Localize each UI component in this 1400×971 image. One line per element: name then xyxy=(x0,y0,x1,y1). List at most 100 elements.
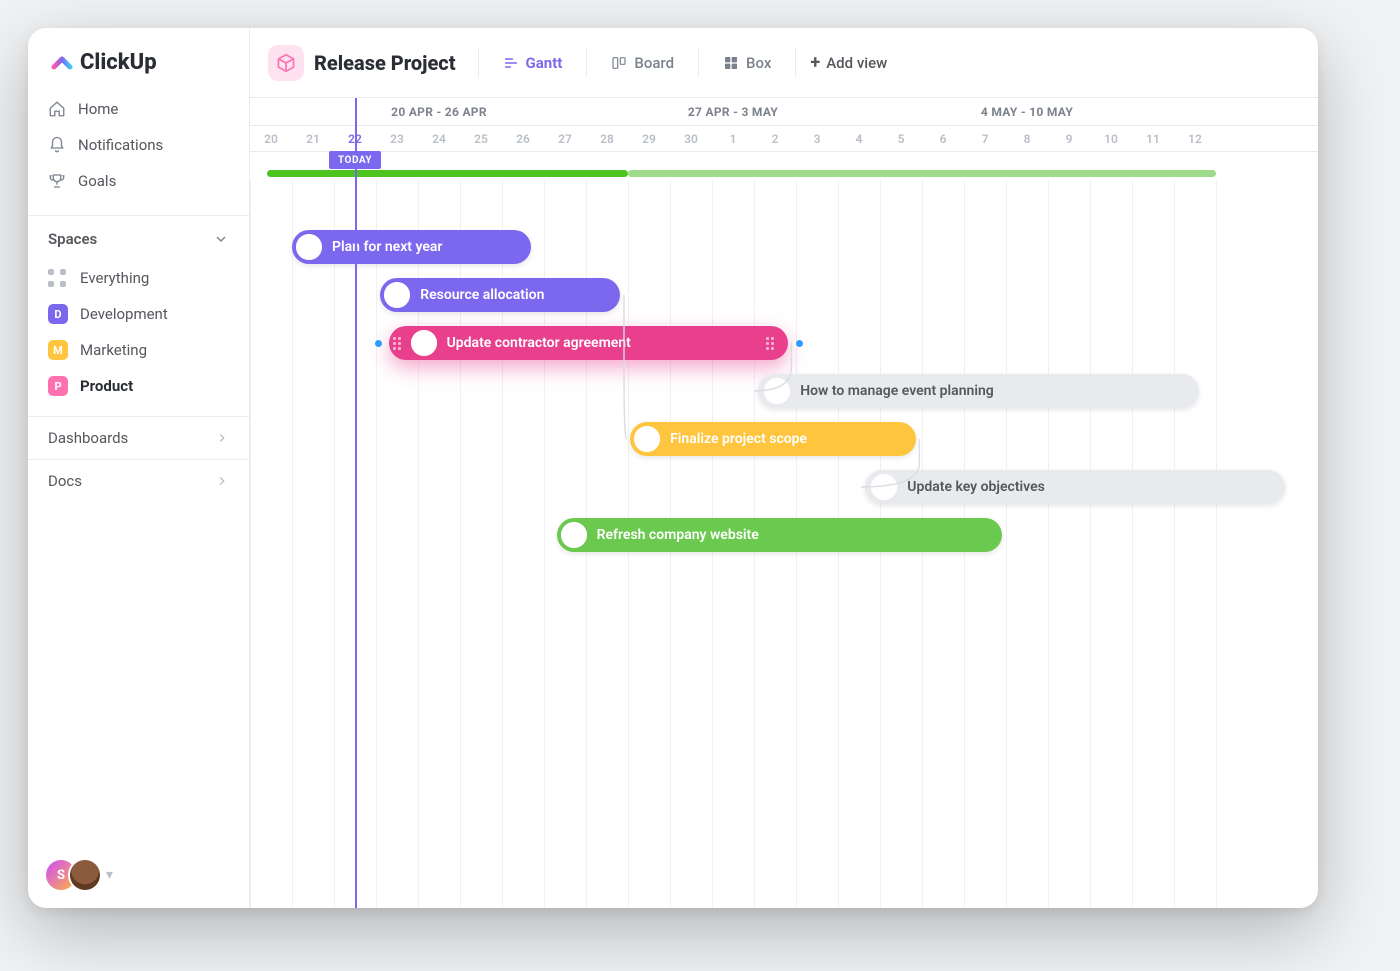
bell-icon xyxy=(48,136,66,154)
space-everything[interactable]: Everything xyxy=(36,260,241,296)
space-label: Everything xyxy=(80,269,149,287)
assignee-avatar[interactable] xyxy=(764,378,790,404)
task-label: Finalize project scope xyxy=(670,431,807,447)
assignee-avatar[interactable] xyxy=(411,330,437,356)
add-view-label: Add view xyxy=(826,54,887,72)
day-header: 2021222324252627282930123456789101112 xyxy=(250,126,1318,152)
week-label: 20 APR - 26 APR xyxy=(391,98,487,126)
nav-docs[interactable]: Docs xyxy=(28,459,249,502)
nav-notifications[interactable]: Notifications xyxy=(36,127,241,163)
space-label: Product xyxy=(80,377,133,395)
task-bar[interactable]: Plan for next year xyxy=(292,230,531,264)
day-label: 30 xyxy=(670,126,712,151)
space-development[interactable]: D Development xyxy=(36,296,241,332)
spaces-header-label: Spaces xyxy=(48,230,97,248)
assignee-avatar[interactable] xyxy=(634,426,660,452)
task-bar[interactable]: Update contractor agreement xyxy=(389,326,788,360)
brand-logo[interactable]: ClickUp xyxy=(28,28,249,91)
nav-home[interactable]: Home xyxy=(36,91,241,127)
progress-row xyxy=(250,152,1318,180)
task-label: Refresh company website xyxy=(597,527,759,543)
progress-remaining xyxy=(628,170,1216,177)
task-bar[interactable]: Update key objectives xyxy=(865,470,1285,504)
today-line xyxy=(355,98,357,908)
space-badge: P xyxy=(48,376,68,396)
task-label: How to manage event planning xyxy=(800,383,994,399)
gantt-icon xyxy=(503,55,519,71)
sidebar-footer[interactable]: S ▾ xyxy=(46,860,113,890)
task-label: Resource allocation xyxy=(420,287,544,303)
chevron-down-icon xyxy=(213,231,229,247)
spaces-header[interactable]: Spaces xyxy=(28,215,249,256)
progress-complete xyxy=(267,170,628,177)
day-label: 28 xyxy=(586,126,628,151)
day-label: 6 xyxy=(922,126,964,151)
separator xyxy=(586,49,587,77)
primary-nav: Home Notifications Goals xyxy=(28,91,249,209)
topbar: Release Project Gantt Board Box + Add vi… xyxy=(250,28,1318,98)
day-label: 26 xyxy=(502,126,544,151)
milestone-dot xyxy=(375,340,382,347)
everything-icon xyxy=(48,268,68,288)
drag-handle-icon[interactable] xyxy=(766,337,774,350)
milestone-dot xyxy=(796,340,803,347)
day-label: 5 xyxy=(880,126,922,151)
chevron-right-icon xyxy=(215,431,229,445)
day-label: 7 xyxy=(964,126,1006,151)
drag-handle-icon[interactable] xyxy=(393,337,401,350)
task-bar[interactable]: Refresh company website xyxy=(557,518,1002,552)
task-bar[interactable]: How to manage event planning xyxy=(758,374,1199,408)
nav-label: Goals xyxy=(78,172,116,190)
view-board[interactable]: Board xyxy=(601,48,684,78)
day-label: 10 xyxy=(1090,126,1132,151)
day-label: 23 xyxy=(376,126,418,151)
space-badge: M xyxy=(48,340,68,360)
space-product[interactable]: P Product xyxy=(36,368,241,404)
view-box[interactable]: Box xyxy=(713,48,781,78)
brand-name: ClickUp xyxy=(80,50,157,75)
gantt-canvas[interactable]: Plan for next year Resource allocation Upd… xyxy=(250,180,1318,908)
plus-icon: + xyxy=(810,54,820,72)
assignee-avatar[interactable] xyxy=(561,522,587,548)
day-label: 27 xyxy=(544,126,586,151)
add-view-button[interactable]: + Add view xyxy=(810,54,887,72)
day-label: 12 xyxy=(1174,126,1216,151)
task-bar[interactable]: Finalize project scope xyxy=(630,422,916,456)
week-label: 27 APR - 3 MAY xyxy=(688,98,778,126)
day-label: 3 xyxy=(796,126,838,151)
app-window: ClickUp Home Notifications Goals Spaces xyxy=(28,28,1318,908)
day-label: 2 xyxy=(754,126,796,151)
assignee-avatar[interactable] xyxy=(871,474,897,500)
spaces-list: Everything D Development M Marketing P P… xyxy=(28,256,249,416)
main: Release Project Gantt Board Box + Add vi… xyxy=(250,28,1318,908)
project-title: Release Project xyxy=(314,51,456,75)
day-label: 11 xyxy=(1132,126,1174,151)
assignee-avatar[interactable] xyxy=(296,234,322,260)
logo-mark-icon xyxy=(50,51,74,75)
day-label: 21 xyxy=(292,126,334,151)
view-label: Box xyxy=(746,54,771,72)
task-label: Update contractor agreement xyxy=(447,335,631,351)
today-marker: TODAY xyxy=(329,151,381,169)
nav-dashboards[interactable]: Dashboards xyxy=(28,416,249,459)
day-label: 25 xyxy=(460,126,502,151)
view-gantt[interactable]: Gantt xyxy=(493,48,573,78)
task-bar[interactable]: Resource allocation xyxy=(380,278,619,312)
view-label: Board xyxy=(634,54,674,72)
day-label: 1 xyxy=(712,126,754,151)
task-label: Plan for next year xyxy=(332,239,442,255)
user-avatar[interactable] xyxy=(70,860,100,890)
day-label: 20 xyxy=(250,126,292,151)
space-marketing[interactable]: M Marketing xyxy=(36,332,241,368)
week-header: 20 APR - 26 APR27 APR - 3 MAY4 MAY - 10 … xyxy=(250,98,1318,126)
space-badge: D xyxy=(48,304,68,324)
day-label: 8 xyxy=(1006,126,1048,151)
separator xyxy=(478,49,479,77)
day-label: 4 xyxy=(838,126,880,151)
day-label: 24 xyxy=(418,126,460,151)
chevron-right-icon xyxy=(215,474,229,488)
nav-label: Home xyxy=(78,100,118,118)
nav-goals[interactable]: Goals xyxy=(36,163,241,199)
assignee-avatar[interactable] xyxy=(384,282,410,308)
space-label: Development xyxy=(80,305,168,323)
